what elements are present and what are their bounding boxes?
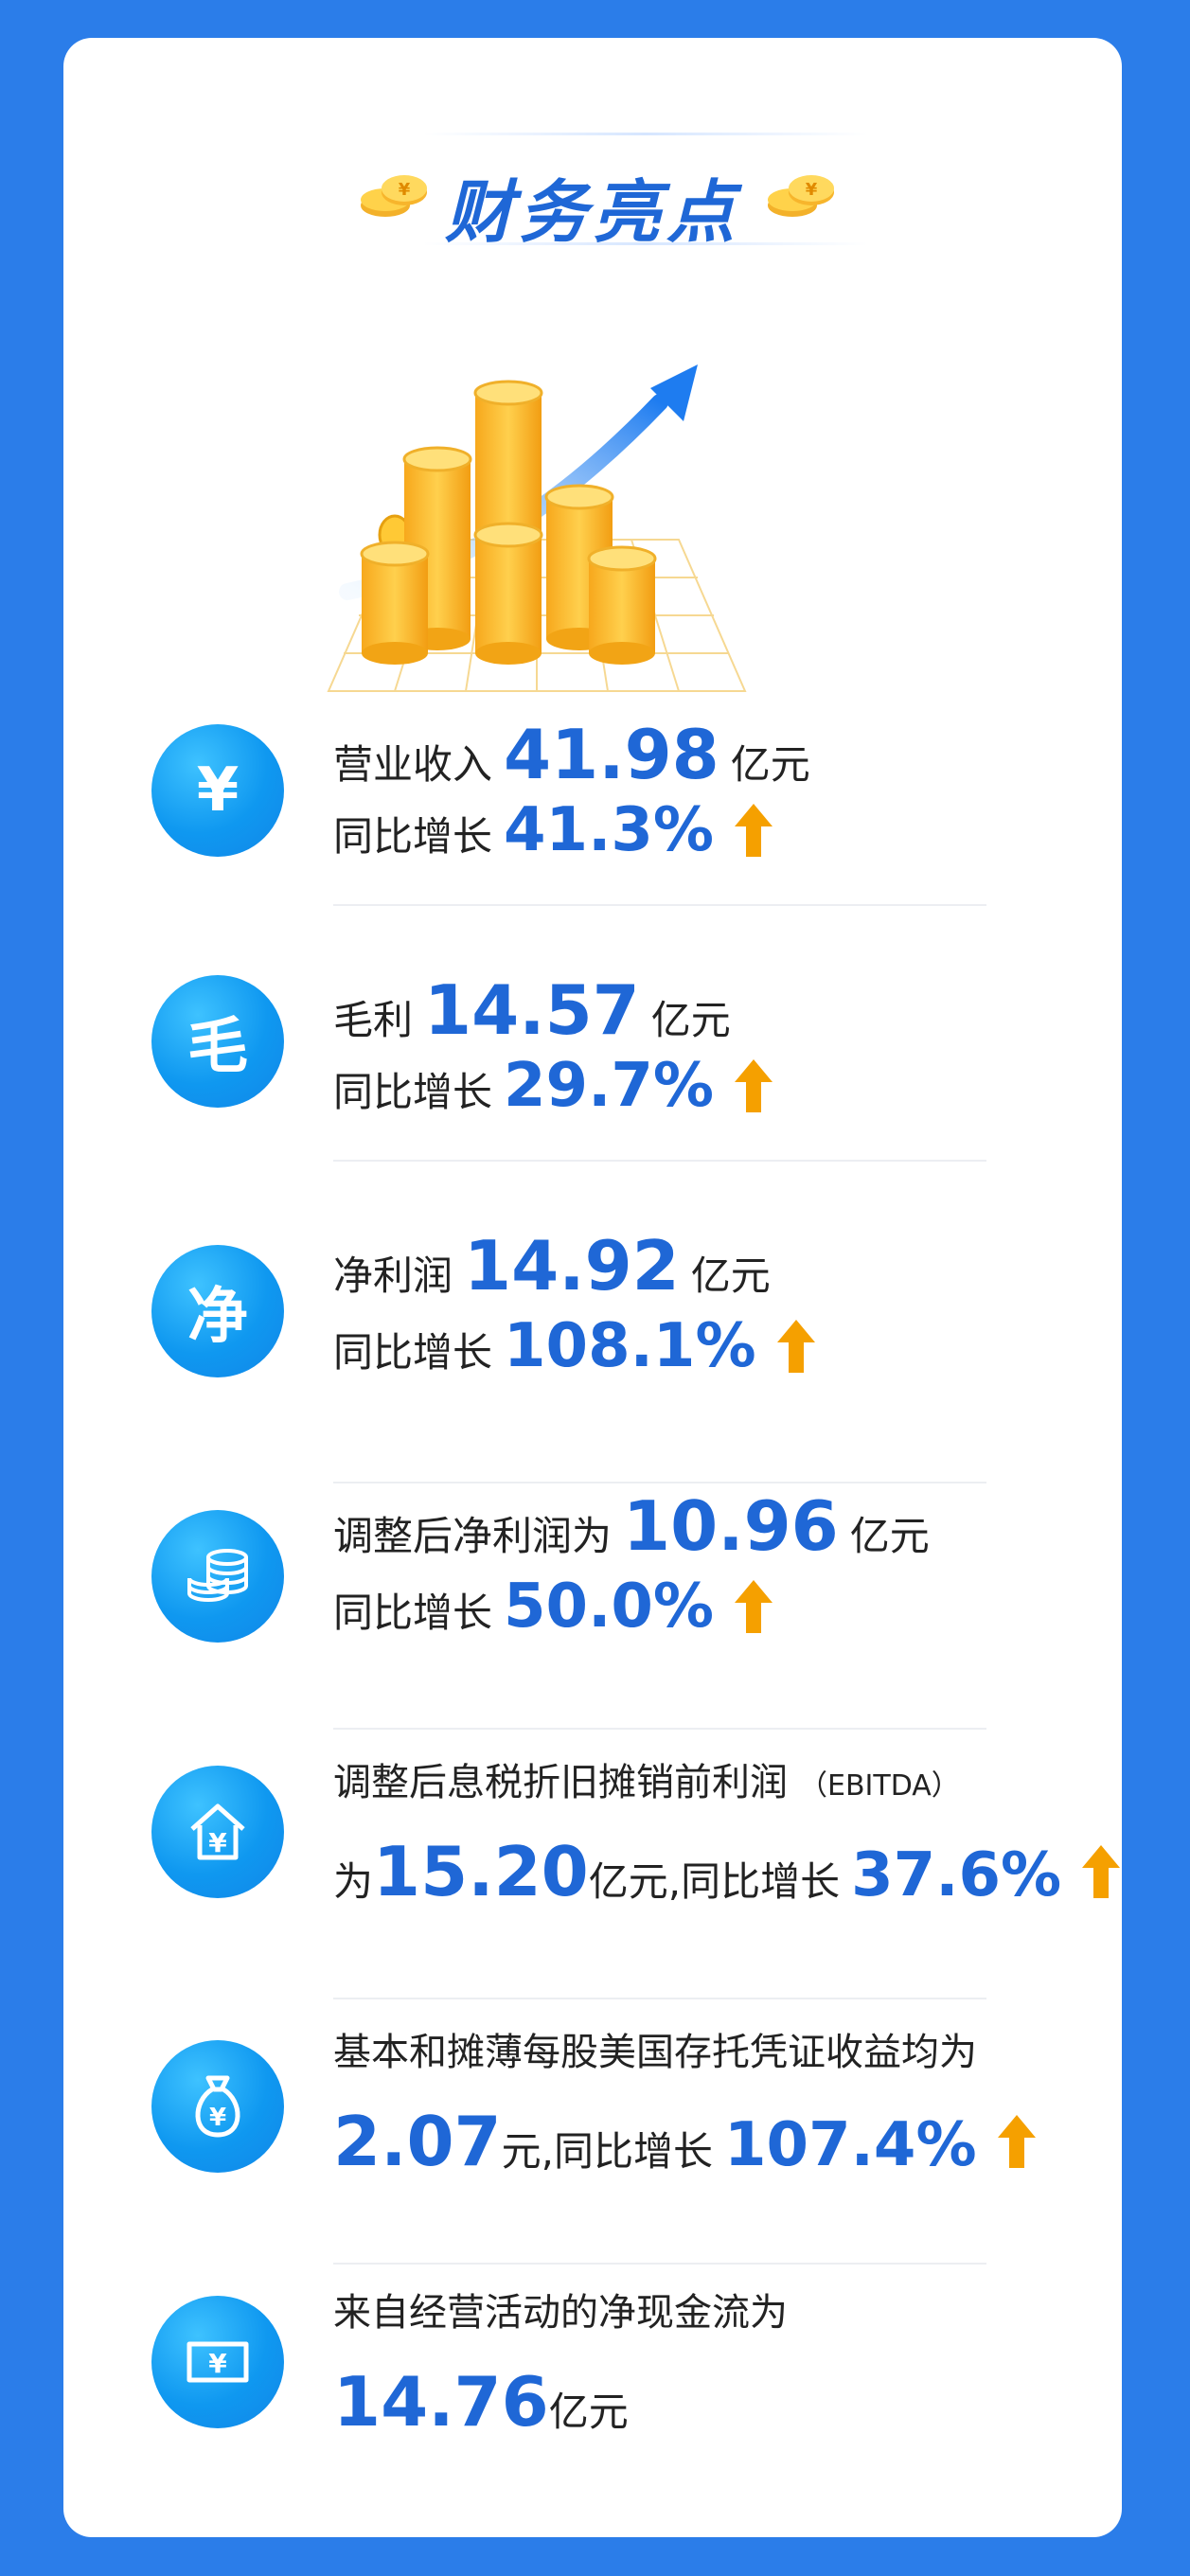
svg-text:¥: ¥	[209, 2104, 226, 2132]
item-label: 净利润	[333, 1252, 453, 1299]
money-bag-icon: ¥	[151, 2040, 284, 2173]
header-divider-top	[423, 133, 868, 135]
item-unit: 亿元,同比增长	[588, 1858, 841, 1905]
item-value: 15.20	[373, 1832, 589, 1911]
svg-text:¥: ¥	[208, 1827, 227, 1858]
item-value: 2.07	[333, 2102, 502, 2181]
growth-label: 同比增长	[333, 1329, 493, 1376]
arrow-up-icon	[735, 1059, 773, 1112]
house-yen-icon: ¥	[151, 1766, 284, 1898]
item-label: 调整后净利润为	[333, 1513, 613, 1559]
item-label-suffix: （EBITDA）	[799, 1769, 960, 1803]
growth-value: 41.3%	[504, 795, 715, 865]
item-label: 营业收入	[333, 741, 493, 788]
arrow-up-icon	[776, 1320, 815, 1373]
divider	[333, 1998, 986, 1999]
divider	[333, 1728, 986, 1730]
item-unit: 元,同比增长	[501, 2128, 714, 2175]
gross-icon: 毛	[151, 975, 284, 1108]
item-prefix: 为	[333, 1858, 374, 1905]
item-unit: 亿元	[548, 2389, 629, 2435]
item-unit: 亿元	[690, 1252, 771, 1299]
item-value: 14.92	[464, 1226, 680, 1306]
yen-icon: ¥	[151, 724, 284, 857]
header-divider-bottom	[423, 242, 868, 245]
arrow-up-icon	[997, 2115, 1036, 2168]
item-label: 毛利	[333, 997, 414, 1043]
item-value: 41.98	[504, 715, 719, 794]
growth-coins-illustration	[327, 364, 747, 692]
svg-text:¥: ¥	[208, 2348, 227, 2379]
divider	[333, 1482, 986, 1483]
item-label: 来自经营活动的净现金流为	[333, 2291, 788, 2335]
header: ¥ 财务亮点 ¥	[63, 95, 1122, 256]
divider	[333, 2263, 986, 2265]
item-unit: 亿元	[730, 741, 810, 788]
item-unit: 亿元	[849, 1513, 930, 1559]
growth-value: 50.0%	[504, 1572, 715, 1642]
banknote-icon: ¥	[151, 2296, 284, 2428]
divider	[333, 1160, 986, 1162]
item-value: 14.76	[333, 2362, 549, 2442]
item-value: 14.57	[424, 970, 640, 1050]
arrow-up-icon	[735, 804, 773, 857]
divider	[333, 904, 986, 906]
growth-label: 同比增长	[333, 1069, 493, 1115]
page-title: 财务亮点	[444, 172, 740, 252]
growth-value: 37.6%	[851, 1840, 1062, 1910]
net-icon: 净	[151, 1245, 284, 1377]
svg-text:¥: ¥	[806, 180, 818, 200]
growth-value: 107.4%	[724, 2110, 977, 2180]
growth-value: 29.7%	[504, 1051, 715, 1121]
growth-label: 同比增长	[333, 1590, 493, 1636]
arrow-up-icon	[735, 1580, 773, 1633]
arrow-up-icon	[1082, 1845, 1121, 1898]
card: ¥ 财务亮点 ¥ ¥ 营业收入 41.98 亿元 同比增长 41.3% 毛 毛利…	[63, 38, 1122, 2537]
item-label: 基本和摊薄每股美国存托凭证收益均为	[333, 2031, 977, 2074]
growth-label: 同比增长	[333, 813, 493, 860]
item-label: 调整后息税折旧摊销前利润	[333, 1761, 788, 1804]
item-value: 10.96	[623, 1486, 839, 1566]
coins-icon: ¥	[768, 175, 834, 217]
item-unit: 亿元	[650, 997, 731, 1043]
growth-value: 108.1%	[504, 1311, 756, 1381]
coins-stack-icon	[151, 1510, 284, 1643]
